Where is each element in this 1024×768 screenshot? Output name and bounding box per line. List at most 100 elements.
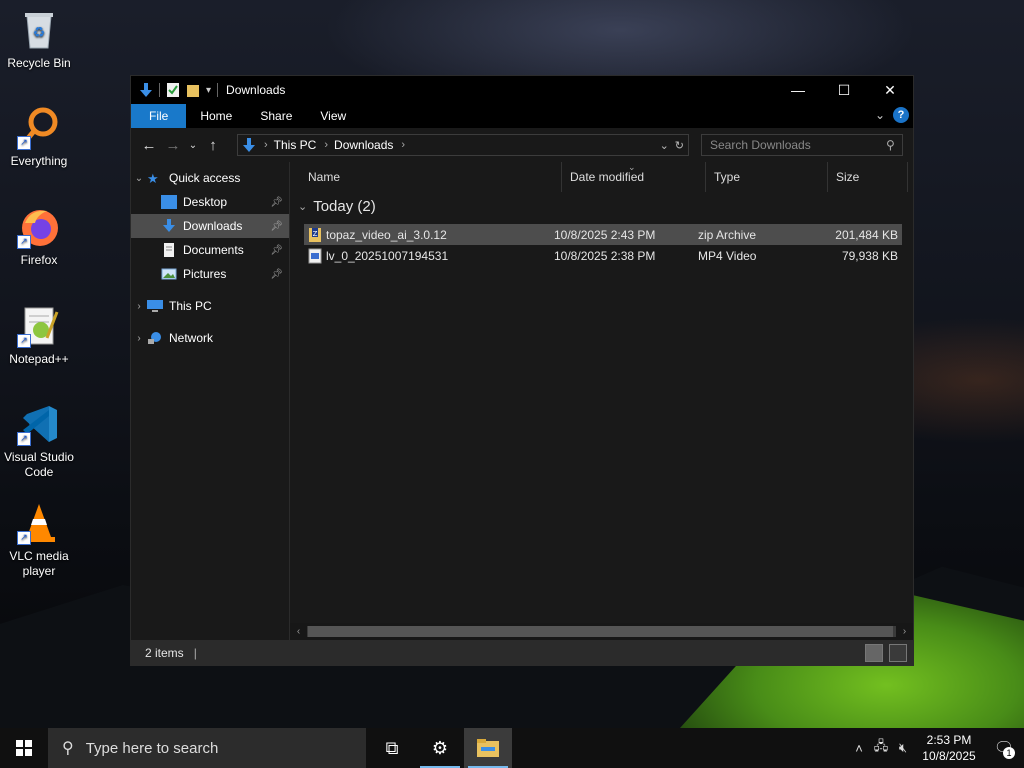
search-icon[interactable]: ⚲ bbox=[886, 138, 895, 152]
large-icons-view-button[interactable] bbox=[889, 644, 907, 662]
minimize-button[interactable]: — bbox=[775, 76, 821, 104]
clock-date: 10/8/2025 bbox=[922, 749, 976, 763]
desktop-icon-notepad-plus-plus[interactable]: ↗ Notepad++ bbox=[2, 304, 76, 367]
tab-file[interactable]: File bbox=[131, 104, 187, 128]
volume-muted-icon[interactable]: 🔇︎ bbox=[892, 740, 914, 756]
desktop-icon-firefox[interactable]: ↗ Firefox bbox=[2, 205, 76, 268]
column-header-type[interactable]: Type bbox=[706, 162, 828, 192]
nav-item-this-pc[interactable]: › This PC bbox=[131, 294, 289, 318]
back-button[interactable]: ← bbox=[137, 137, 161, 154]
pictures-icon bbox=[161, 268, 177, 280]
shortcut-arrow-icon: ↗ bbox=[17, 531, 31, 545]
computer-icon bbox=[147, 300, 163, 312]
file-name-cell: Z topaz_video_ai_3.0.12 bbox=[308, 224, 447, 245]
address-bar[interactable]: › This PC › Downloads › ⌄ ↻ bbox=[237, 134, 689, 156]
expand-ribbon-chevron-icon[interactable]: ⌄ bbox=[875, 108, 885, 122]
collapse-chevron-icon[interactable]: ⌄ bbox=[131, 173, 147, 184]
pin-icon[interactable]: 📌︎ bbox=[270, 269, 283, 280]
nav-item-desktop[interactable]: Desktop 📌︎ bbox=[131, 190, 289, 214]
navigation-pane: ⌄ ★ Quick access Desktop 📌︎ Downloads 📌︎… bbox=[131, 162, 290, 640]
search-icon: ⚲ bbox=[62, 740, 74, 757]
properties-icon[interactable] bbox=[166, 82, 180, 98]
clock[interactable]: 2:53 PM 10/8/2025 bbox=[914, 732, 984, 764]
details-view-button[interactable] bbox=[865, 644, 883, 662]
scroll-left-arrow-icon[interactable]: ‹ bbox=[290, 623, 307, 640]
breadcrumb-chevron-icon[interactable]: › bbox=[401, 139, 405, 151]
customize-toolbar-dropdown-icon[interactable]: ▾ bbox=[206, 85, 211, 96]
action-center-button[interactable]: 🗨︎ 1 bbox=[984, 728, 1024, 768]
shortcut-arrow-icon: ↗ bbox=[17, 136, 31, 150]
group-header-today[interactable]: ⌄ Today (2) bbox=[298, 198, 376, 215]
tab-home[interactable]: Home bbox=[186, 104, 246, 128]
ribbon-tabs: File Home Share View ⌄ ? bbox=[131, 104, 913, 128]
expand-chevron-icon[interactable]: › bbox=[131, 333, 147, 344]
scrollbar-thumb[interactable] bbox=[308, 626, 893, 637]
column-header-size[interactable]: Size bbox=[828, 162, 908, 192]
download-arrow-icon bbox=[163, 219, 175, 232]
pin-icon[interactable]: 📌︎ bbox=[270, 221, 283, 232]
taskbar-search-box[interactable]: ⚲ Type here to search bbox=[48, 728, 366, 768]
quick-access-toolbar: ▾ bbox=[131, 82, 219, 98]
recent-locations-dropdown[interactable]: ⌄ bbox=[185, 140, 201, 151]
column-headers: Name Date modified ⌄ Type Size bbox=[290, 162, 913, 192]
nav-item-downloads[interactable]: Downloads 📌︎ bbox=[131, 214, 289, 238]
pin-icon[interactable]: 📌︎ bbox=[270, 197, 283, 208]
gear-icon: ⚙ bbox=[431, 737, 449, 758]
breadcrumb-chevron-icon[interactable]: › bbox=[264, 139, 268, 151]
nav-item-pictures[interactable]: Pictures 📌︎ bbox=[131, 262, 289, 286]
new-folder-icon[interactable] bbox=[186, 82, 200, 98]
maximize-button[interactable]: ☐ bbox=[821, 76, 867, 104]
file-type: zip Archive bbox=[698, 227, 757, 242]
windows-logo-icon bbox=[16, 740, 32, 756]
up-button[interactable]: ↑ bbox=[201, 137, 225, 154]
search-box[interactable]: ⚲ bbox=[701, 134, 903, 156]
zip-archive-icon: Z bbox=[309, 227, 321, 242]
item-count: 2 items bbox=[145, 645, 184, 660]
address-history-dropdown-icon[interactable]: ⌄ bbox=[660, 139, 669, 152]
file-row[interactable]: lv_0_20251007194531 10/8/2025 2:38 PM MP… bbox=[304, 245, 902, 266]
nav-item-label: Desktop bbox=[183, 195, 228, 209]
close-button[interactable]: ✕ bbox=[867, 76, 913, 104]
file-date: 10/8/2025 2:43 PM bbox=[554, 227, 656, 242]
desktop-icon-vlc[interactable]: ↗ VLC media player bbox=[2, 501, 76, 579]
nav-item-network[interactable]: › Network bbox=[131, 326, 289, 350]
expand-chevron-icon[interactable]: › bbox=[131, 301, 147, 312]
toolbar-separator bbox=[217, 83, 219, 97]
search-input[interactable] bbox=[702, 137, 882, 153]
help-button[interactable]: ? bbox=[893, 107, 909, 123]
start-button[interactable] bbox=[0, 728, 48, 768]
desktop-icon-label: Everything bbox=[10, 154, 68, 168]
refresh-icon[interactable]: ↻ bbox=[675, 139, 684, 152]
breadcrumb-downloads[interactable]: Downloads bbox=[334, 138, 393, 152]
nav-item-quick-access[interactable]: ⌄ ★ Quick access bbox=[131, 166, 289, 190]
title-bar[interactable]: ▾ Downloads — ☐ ✕ bbox=[131, 76, 913, 104]
breadcrumb-chevron-icon[interactable]: › bbox=[324, 139, 328, 151]
tab-view[interactable]: View bbox=[306, 104, 360, 128]
file-row[interactable]: Z topaz_video_ai_3.0.12 10/8/2025 2:43 P… bbox=[304, 224, 902, 245]
file-explorer-folder-icon bbox=[477, 739, 499, 757]
horizontal-scrollbar[interactable]: ‹ › bbox=[290, 623, 913, 640]
taskbar-file-explorer-button[interactable] bbox=[464, 728, 512, 768]
pin-icon[interactable]: 📌︎ bbox=[270, 245, 283, 256]
show-hidden-icons-chevron-icon[interactable]: ˄ bbox=[848, 741, 870, 756]
network-status-icon[interactable]: 🖧︎ bbox=[870, 737, 892, 759]
column-header-name[interactable]: Name bbox=[300, 162, 562, 192]
desktop-icon-label: Firefox bbox=[20, 253, 58, 267]
collapse-group-chevron-icon[interactable]: ⌄ bbox=[298, 200, 307, 213]
svg-text:Z: Z bbox=[313, 230, 318, 238]
nav-item-label: Quick access bbox=[169, 171, 241, 185]
notification-count-badge: 1 bbox=[1003, 747, 1015, 759]
desktop-icon-everything[interactable]: ↗ Everything bbox=[2, 106, 76, 169]
nav-item-label: This PC bbox=[169, 299, 212, 313]
tab-share[interactable]: Share bbox=[246, 104, 306, 128]
breadcrumb-this-pc[interactable]: This PC bbox=[274, 138, 317, 152]
desktop-icon-visual-studio-code[interactable]: ↗ Visual Studio Code bbox=[2, 402, 76, 480]
scroll-right-arrow-icon[interactable]: › bbox=[896, 623, 913, 640]
nav-item-documents[interactable]: Documents 📌︎ bbox=[131, 238, 289, 262]
taskbar-settings-button[interactable]: ⚙ bbox=[416, 728, 464, 768]
task-view-button[interactable]: ⧉ bbox=[368, 728, 416, 768]
navigation-bar: ← → ⌄ ↑ › This PC › Downloads › ⌄ ↻ ⚲ bbox=[131, 128, 913, 162]
view-toggle bbox=[865, 644, 907, 662]
desktop-icon-recycle-bin[interactable]: ♻ Recycle Bin bbox=[2, 8, 76, 71]
forward-button[interactable]: → bbox=[161, 137, 185, 154]
